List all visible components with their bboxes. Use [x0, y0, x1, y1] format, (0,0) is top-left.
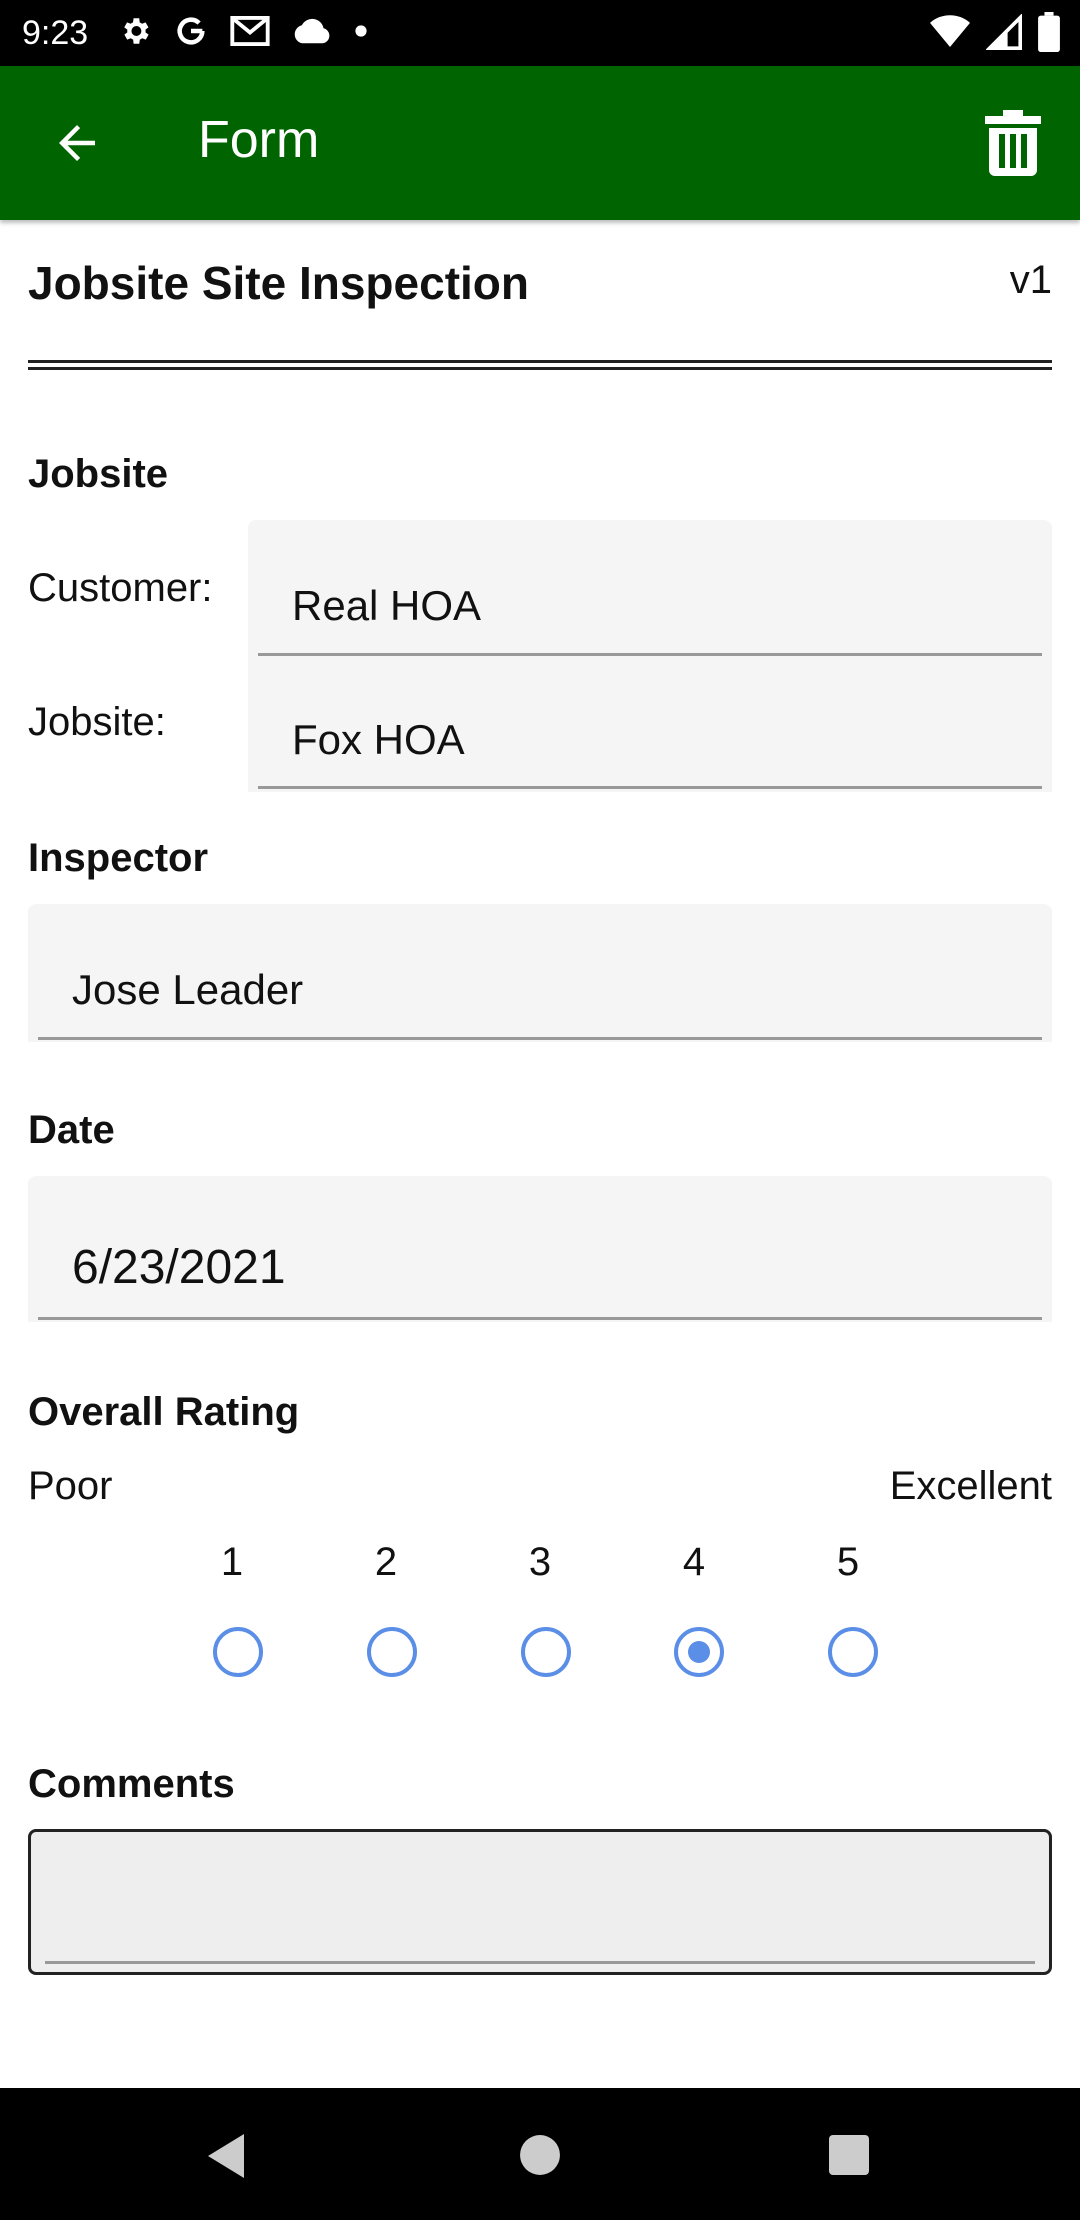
rating-radio-3[interactable] — [521, 1627, 571, 1677]
inspector-field[interactable]: Jose Leader — [28, 904, 1052, 1042]
rating-option-4-label: 4 — [682, 1540, 706, 1584]
customer-field[interactable]: Real HOA — [248, 520, 1052, 656]
rating-high-label: Excellent — [889, 1464, 1052, 1508]
inspector-underline — [38, 1037, 1042, 1040]
jobsite-underline — [258, 786, 1042, 789]
jobsite-section-label: Jobsite — [28, 452, 169, 496]
status-bar: 9:23 — [0, 0, 1080, 66]
rating-option-3-label: 3 — [528, 1540, 552, 1584]
form-version: v1 — [1009, 258, 1052, 302]
header-divider — [28, 360, 1052, 370]
arrow-left-icon[interactable] — [50, 116, 104, 170]
rating-option-2-label: 2 — [374, 1540, 398, 1584]
trash-icon[interactable] — [985, 110, 1041, 176]
radio-selected-dot — [688, 1641, 710, 1663]
signal-icon — [985, 13, 1022, 55]
rating-low-label: Poor — [28, 1464, 113, 1508]
recents-square-icon[interactable] — [829, 2135, 869, 2180]
battery-icon — [1038, 12, 1060, 57]
comments-underline — [45, 1961, 1035, 1964]
date-field[interactable]: 6/23/2021 — [28, 1176, 1052, 1322]
jobsite-value: Fox HOA — [292, 716, 465, 763]
home-circle-icon[interactable] — [519, 2134, 561, 2181]
status-time: 9:23 — [22, 13, 89, 52]
inspector-section-label: Inspector — [28, 836, 209, 880]
wifi-icon — [930, 14, 970, 55]
inspector-value: Jose Leader — [72, 966, 304, 1013]
rating-radio-4-selected[interactable] — [674, 1627, 724, 1677]
app-bar: Form — [0, 66, 1080, 220]
back-triangle-icon[interactable] — [204, 2132, 248, 2185]
date-value: 6/23/2021 — [72, 1241, 286, 1294]
form-title: Jobsite Site Inspection — [28, 257, 529, 309]
system-nav-bar — [0, 2088, 1080, 2220]
date-section-label: Date — [28, 1108, 115, 1152]
customer-value: Real HOA — [292, 582, 482, 629]
date-underline — [38, 1317, 1042, 1320]
google-icon — [174, 14, 208, 53]
rating-radio-5[interactable] — [828, 1627, 878, 1677]
comments-input[interactable] — [28, 1829, 1052, 1975]
jobsite-field[interactable]: Fox HOA — [248, 656, 1052, 792]
comments-section-label: Comments — [28, 1762, 235, 1806]
gear-icon — [118, 14, 152, 53]
page-title: Form — [198, 111, 320, 169]
cloud-icon — [292, 16, 332, 51]
jobsite-label: Jobsite: — [28, 700, 166, 744]
rating-section-label: Overall Rating — [28, 1390, 300, 1434]
customer-label: Customer: — [28, 566, 213, 610]
dot-icon — [354, 24, 368, 43]
rating-radio-1[interactable] — [213, 1627, 263, 1677]
jobsite-fields-box: Real HOA Fox HOA — [248, 520, 1052, 792]
rating-option-5-label: 5 — [836, 1540, 860, 1584]
gmail-icon — [230, 15, 270, 52]
rating-radio-2[interactable] — [367, 1627, 417, 1677]
rating-option-1-label: 1 — [220, 1540, 244, 1584]
